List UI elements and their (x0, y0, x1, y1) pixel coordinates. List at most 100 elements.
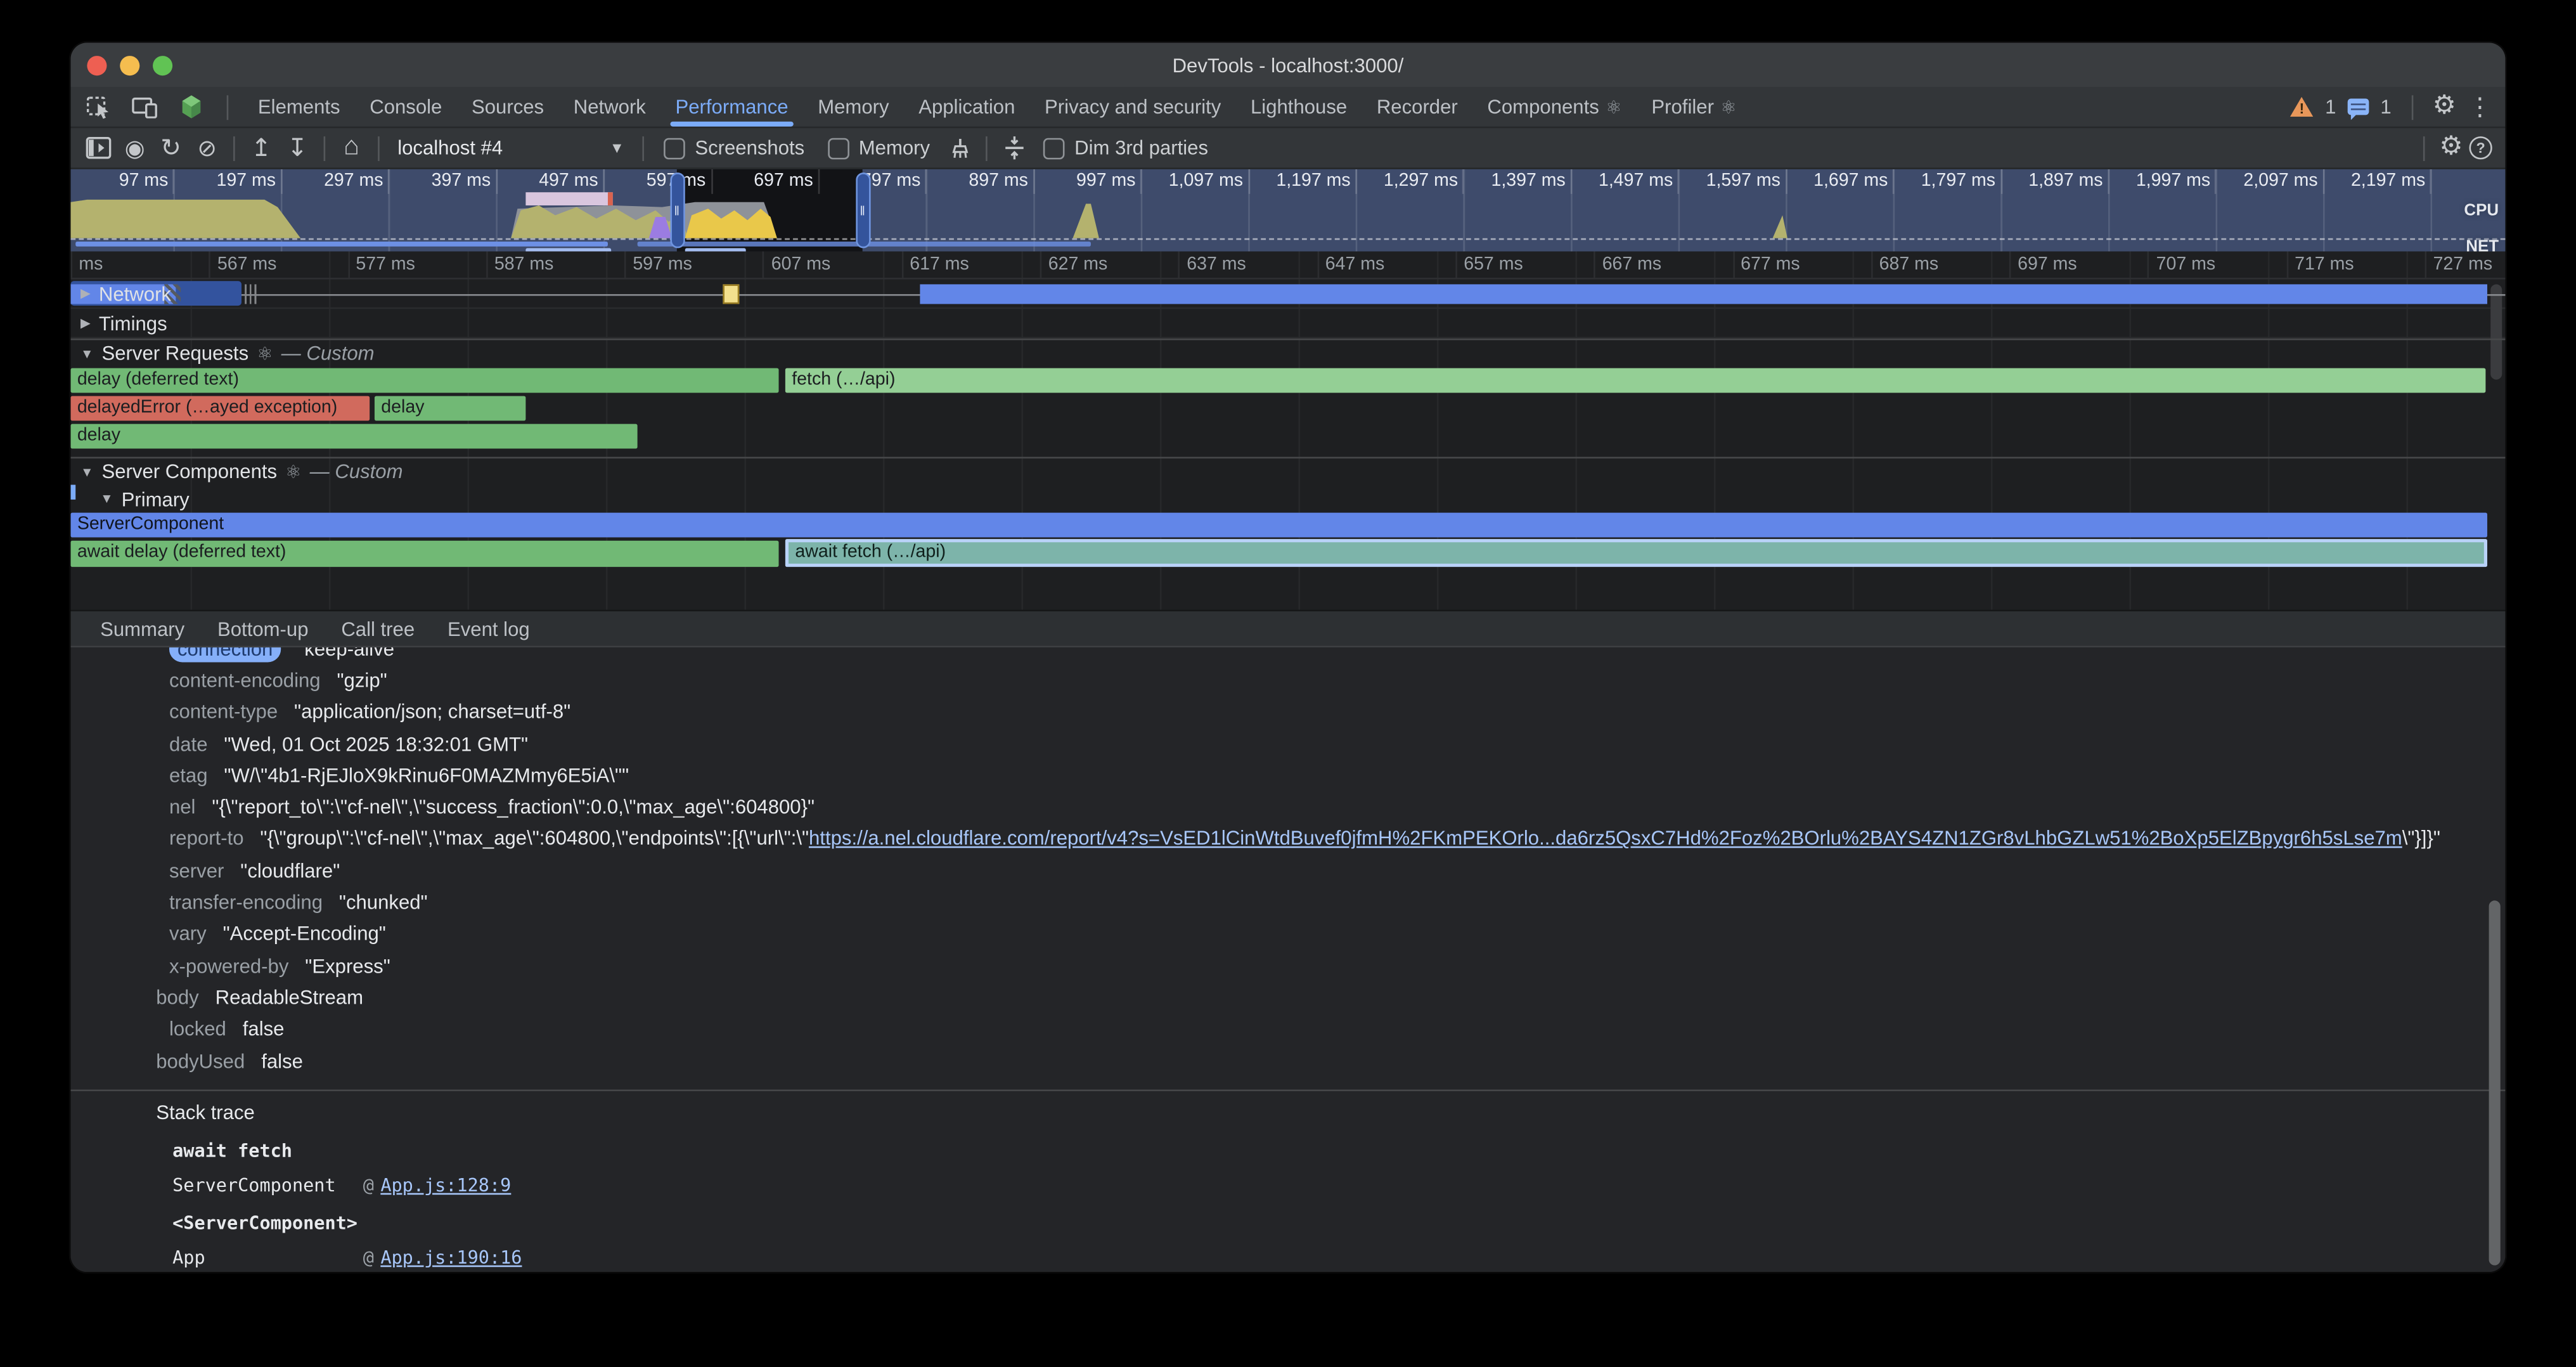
device-toolbar-icon[interactable] (128, 89, 161, 125)
selection-left-handle[interactable]: ‖ (670, 172, 685, 248)
ruler-tick: 667 ms (1594, 252, 1732, 278)
ruler-tick: 697 ms (2009, 252, 2148, 278)
zoom-button[interactable] (153, 56, 172, 75)
tab-console[interactable]: Console (355, 87, 457, 126)
overview-ruler: 97 ms197 ms297 ms397 ms497 ms597 ms697 m… (70, 169, 2431, 194)
chevron-down-icon: ▼ (610, 139, 624, 156)
timings-track-row[interactable]: ▶ Timings (70, 309, 2505, 339)
garbage-collect-icon[interactable] (943, 130, 976, 166)
divider (986, 136, 988, 160)
help-icon[interactable]: ? (2469, 136, 2492, 159)
memory-checkbox[interactable]: Memory (827, 136, 930, 159)
dock-panel-icon[interactable] (82, 130, 115, 166)
timings-track-label[interactable]: ▶ Timings (70, 311, 177, 334)
history-select[interactable]: localhost #4 ▼ (388, 131, 634, 164)
header-row[interactable]: content-type "application/json; charset=… (156, 696, 2505, 728)
details-tab[interactable]: Bottom-up (201, 617, 325, 640)
header-row[interactable]: server "cloudflare" (156, 855, 2505, 886)
header-row[interactable]: connection "keep-alive" (156, 647, 2505, 664)
ruler-tick: 1,097 ms (1142, 169, 1250, 194)
record-icon[interactable]: ◉ (119, 130, 151, 166)
flame-bar-server-component[interactable]: ServerComponent (70, 513, 2487, 538)
source-location-link[interactable]: App.js:128:9 (380, 1175, 511, 1196)
network-request-bar-blue[interactable] (920, 284, 2487, 304)
server-components-header[interactable]: ▼ Server Components ⚛ — Custom (70, 457, 2505, 485)
header-row[interactable]: content-encoding "gzip" (156, 664, 2505, 696)
network-track-label[interactable]: ▶ Network (70, 282, 181, 304)
stack-frame: App @ App.js:190:16 (172, 1247, 2505, 1269)
server-requests-header[interactable]: ▼ Server Requests ⚛ — Custom (70, 339, 2505, 366)
divider (378, 136, 380, 160)
flame-bar-delay-deferred[interactable]: delay (deferred text) (70, 368, 778, 393)
tab-memory[interactable]: Memory (803, 87, 904, 126)
flame-bar-delay-2[interactable]: delay (375, 396, 525, 421)
tab-elements[interactable]: Elements (243, 87, 355, 126)
network-request-bar-yellow[interactable] (723, 284, 739, 304)
ruler-tick: 717 ms (2286, 252, 2425, 278)
tab-network[interactable]: Network (558, 87, 660, 126)
ruler-tick: ms (70, 252, 209, 278)
details-tab[interactable]: Summary (84, 617, 201, 640)
screenshots-checkbox[interactable]: Screenshots (664, 136, 804, 159)
ruler-tick: 647 ms (1317, 252, 1455, 278)
warning-count: 1 (2325, 95, 2336, 118)
flame-bar-await-fetch-selected[interactable]: await fetch (…/api) (785, 539, 2487, 567)
ruler-tick: 1,297 ms (1357, 169, 1465, 194)
selection-right-handle[interactable]: ‖ (856, 172, 870, 248)
title-bar: DevTools - localhost:3000/ (70, 42, 2505, 87)
ruler-tick: 1,397 ms (1465, 169, 1573, 194)
settings-gear-icon[interactable]: ⚙ (2433, 94, 2456, 120)
flame-bar-fetch-api[interactable]: fetch (…/api) (785, 368, 2486, 393)
primary-group-header[interactable]: ▼ Primary (70, 485, 2505, 513)
flame-bar-delay-3[interactable]: delay (70, 424, 637, 449)
header-row[interactable]: etag "W/\"4b1-RjEJloX9kRinu6F0MAZMmy6E5i… (156, 760, 2505, 791)
close-button[interactable] (87, 56, 106, 75)
summary-scrollbar[interactable] (2489, 900, 2501, 1265)
details-tab[interactable]: Call tree (325, 617, 431, 640)
timeline-overview[interactable]: 97 ms197 ms297 ms397 ms497 ms597 ms697 m… (70, 169, 2505, 252)
minimize-button[interactable] (120, 56, 139, 75)
tab-privacy-security[interactable]: Privacy and security (1030, 87, 1236, 126)
inspect-element-icon[interactable] (82, 89, 115, 125)
report-endpoint-link[interactable]: https://a.nel.cloudflare.com/report/v4?s… (809, 827, 2402, 850)
tab-lighthouse[interactable]: Lighthouse (1236, 87, 1362, 126)
panel-settings-gear-icon[interactable]: ⚙ (2435, 130, 2468, 166)
clear-icon[interactable]: ⊘ (191, 130, 224, 166)
tab-sources[interactable]: Sources (457, 87, 559, 126)
issues-message-icon[interactable] (2348, 99, 2369, 115)
network-track-row[interactable]: ▶ Network (70, 280, 2505, 309)
flame-bar-await-delay[interactable]: await delay (deferred text) (70, 541, 778, 567)
download-profile-icon[interactable]: ↧ (281, 130, 314, 166)
ruler-tick: 597 ms (624, 252, 763, 278)
header-row[interactable]: nel "{\"report_to\":\"cf-nel\",\"success… (156, 791, 2505, 823)
ruler-tick: 1,497 ms (1572, 169, 1680, 194)
property-row[interactable]: bodyUsed false (156, 1045, 2505, 1077)
header-row[interactable]: vary "Accept-Encoding" (156, 918, 2505, 950)
tab-application[interactable]: Application (904, 87, 1030, 126)
ruler-tick: 497 ms (498, 169, 605, 194)
header-row-report-to[interactable]: report-to "{\"group\":\"cf-nel\",\"max_a… (156, 823, 2505, 855)
vue-devtools-icon[interactable] (174, 89, 207, 125)
network-track-grip[interactable] (245, 284, 258, 304)
tab-profiler[interactable]: Profiler⚛ (1637, 87, 1751, 126)
header-row[interactable]: x-powered-by "Express" (156, 950, 2505, 982)
reload-record-icon[interactable]: ↻ (155, 130, 188, 166)
dim-3rd-parties-checkbox[interactable]: Dim 3rd parties (1043, 136, 1208, 159)
source-location-link[interactable]: App.js:190:16 (380, 1247, 522, 1269)
kebab-menu-icon[interactable]: ⋮ (2468, 94, 2492, 119)
tab-performance[interactable]: Performance (660, 87, 803, 126)
property-row[interactable]: locked false (156, 1013, 2505, 1045)
tab-components[interactable]: Components⚛ (1472, 87, 1637, 126)
home-live-metrics-icon[interactable]: ⌂ (335, 130, 368, 166)
tab-recorder[interactable]: Recorder (1362, 87, 1473, 126)
collapse-sections-icon[interactable] (997, 130, 1030, 166)
upload-profile-icon[interactable]: ↥ (245, 130, 278, 166)
property-row[interactable]: body ReadableStream (156, 982, 2505, 1013)
warning-icon[interactable]: ! (2291, 97, 2314, 117)
header-row[interactable]: transfer-encoding "chunked" (156, 886, 2505, 918)
ruler-tick: 677 ms (1732, 252, 1871, 278)
flame-bar-delayed-error[interactable]: delayedError (…ayed exception) (70, 396, 370, 421)
header-row[interactable]: date "Wed, 01 Oct 2025 18:32:01 GMT" (156, 728, 2505, 760)
details-tab[interactable]: Event log (431, 617, 546, 640)
divider (324, 136, 326, 160)
